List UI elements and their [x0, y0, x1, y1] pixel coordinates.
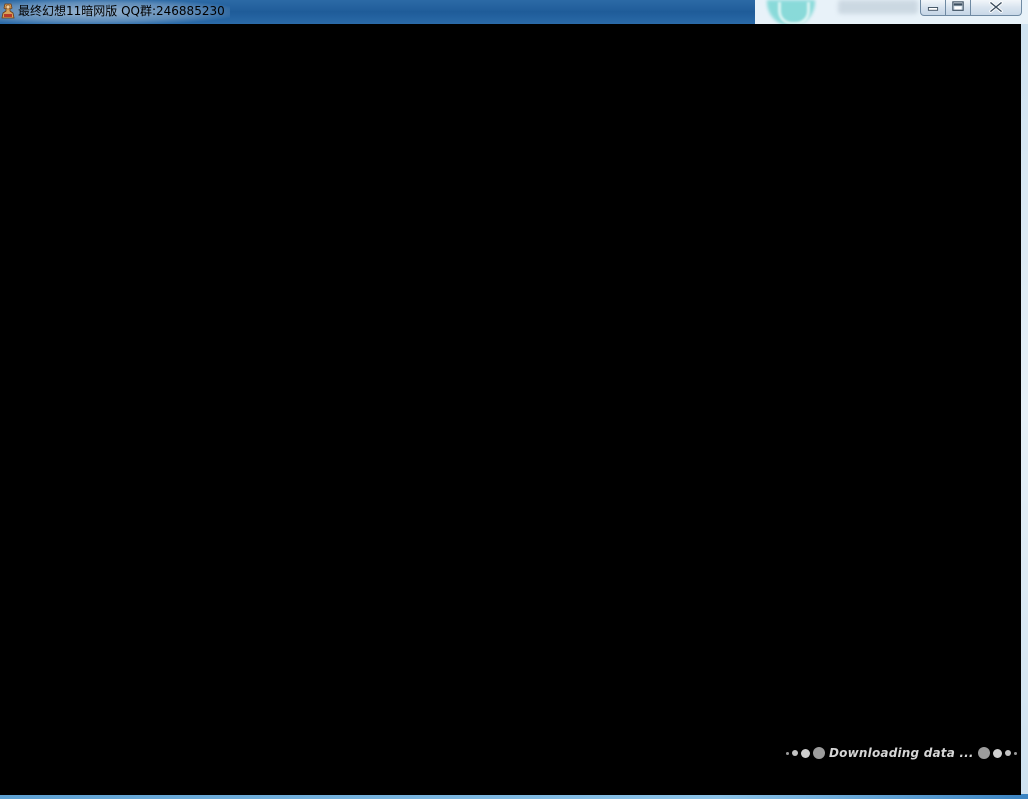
- close-button[interactable]: [971, 0, 1022, 16]
- game-window: 最终幻想11暗网版 QQ群:246885230 Downloading data…: [0, 0, 1022, 795]
- minimize-icon: [927, 7, 939, 11]
- loading-indicator: Downloading data ...: [786, 744, 1020, 762]
- close-icon: [989, 1, 1003, 13]
- minimize-button[interactable]: [920, 0, 946, 16]
- loading-dot: [977, 747, 990, 759]
- loading-dot: [801, 748, 810, 758]
- maximize-icon: [952, 1, 964, 11]
- loading-dot: [786, 751, 789, 755]
- maximize-button[interactable]: [946, 0, 971, 16]
- game-canvas[interactable]: Downloading data ...: [0, 24, 1021, 795]
- loading-dot: [1013, 751, 1017, 755]
- window-controls: [920, 0, 1022, 17]
- window-title: 最终幻想11暗网版 QQ群:246885230: [18, 4, 225, 18]
- background-window-edge: [1021, 24, 1028, 799]
- loading-dot: [792, 750, 798, 756]
- game-app-icon[interactable]: [1, 3, 15, 19]
- loading-dot: [813, 747, 825, 759]
- loading-dot: [1004, 750, 1011, 756]
- loading-dot: [992, 748, 1002, 758]
- window-titlebar[interactable]: 最终幻想11暗网版 QQ群:246885230: [0, 0, 755, 24]
- loading-text: Downloading data ...: [829, 746, 974, 760]
